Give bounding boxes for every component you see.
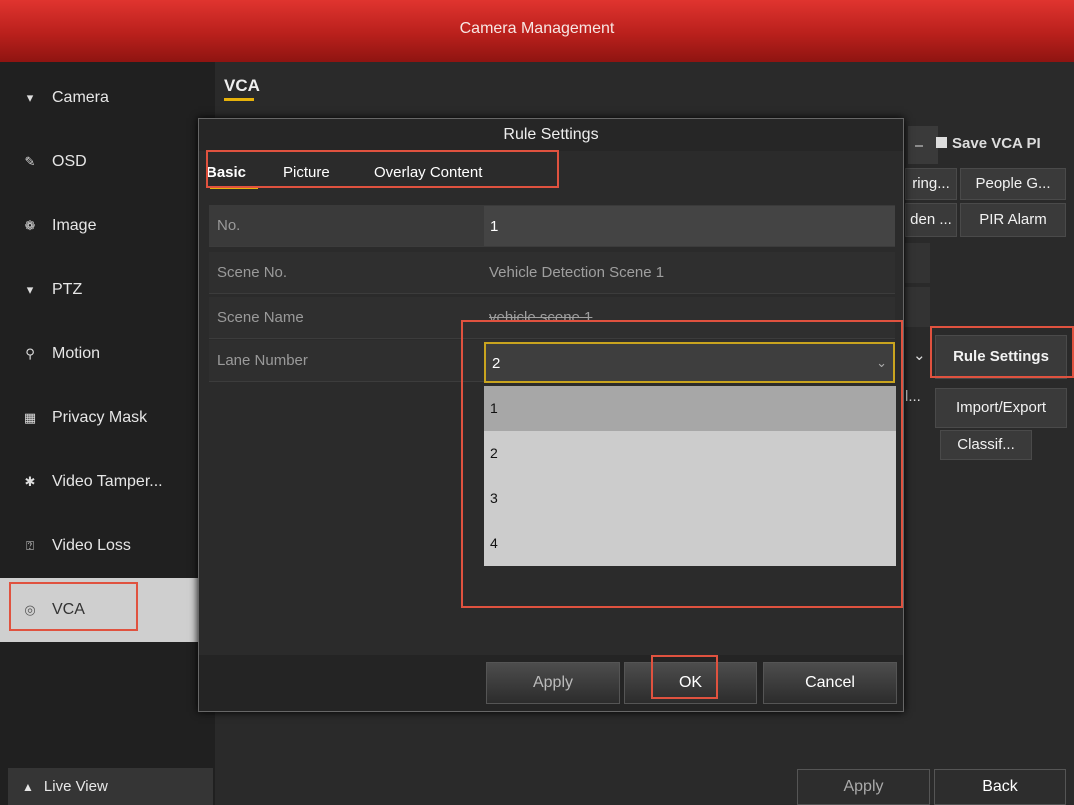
tab-vca[interactable]: VCA [224, 76, 260, 96]
privacy-mask-icon: ▦ [23, 410, 37, 425]
bg-dropdown-arrow-icon: – [915, 137, 924, 154]
save-vca-label: Save VCA PI [952, 135, 1041, 152]
bg-field [905, 243, 930, 283]
bg-button[interactable]: ring... [905, 168, 957, 200]
bg-text: l... [905, 388, 921, 405]
sidebar-item-label: Video Loss [52, 537, 131, 554]
lane-number-label: Lane Number [217, 352, 308, 369]
sidebar-item-label: Image [52, 217, 97, 234]
scene-no-label: Scene No. [217, 264, 288, 281]
tamper-icon: ✱ [24, 474, 36, 489]
sidebar-item-video-loss[interactable]: ⍰ Video Loss [0, 514, 215, 578]
dialog-title: Rule Settings [199, 119, 903, 151]
sidebar-item-motion[interactable]: ⚲ Motion [0, 322, 215, 386]
sidebar-item-label: PTZ [52, 281, 83, 298]
bg-field [905, 287, 930, 327]
bg-button[interactable]: den ... [905, 203, 957, 237]
no-input[interactable]: 1 [484, 206, 895, 246]
bg-dropdown-arrow-icon: ⌄ [913, 347, 926, 364]
vca-highlight-box [9, 582, 138, 631]
sidebar-item-label: Motion [52, 345, 101, 362]
home-icon: ▲ [22, 779, 34, 794]
sidebar-item-privacy-mask[interactable]: ▦ Privacy Mask [0, 386, 215, 450]
tab-underline [224, 98, 254, 101]
dropdown-highlight-box [461, 320, 903, 608]
motion-icon: ⚲ [25, 346, 35, 361]
sidebar-item-osd[interactable]: ✎ OSD [0, 130, 215, 194]
dialog-cancel-button[interactable]: Cancel [763, 662, 897, 704]
title-bar: Camera Management [0, 0, 1074, 62]
rule-settings-highlight-box [930, 326, 1074, 378]
sidebar-item-ptz[interactable]: ▾ PTZ [0, 258, 215, 322]
scene-name-label: Scene Name [217, 309, 304, 326]
main-apply-button[interactable]: Apply [797, 769, 930, 805]
import-export-button[interactable]: Import/Export [935, 388, 1067, 428]
sidebar-item-label: Video Tamper... [52, 473, 163, 490]
ptz-icon: ▾ [26, 282, 34, 297]
image-icon: ❁ [24, 218, 36, 233]
sidebar-item-label: Privacy Mask [52, 409, 148, 426]
pir-alarm-button[interactable]: PIR Alarm [960, 203, 1066, 237]
live-view-button[interactable]: ▲ Live View [8, 768, 213, 805]
back-button[interactable]: Back [934, 769, 1066, 805]
dialog-apply-button[interactable]: Apply [486, 662, 620, 704]
scene-no-value: Vehicle Detection Scene 1 [489, 264, 665, 281]
live-view-label: Live View [43, 778, 108, 795]
tabs-highlight-box [206, 150, 559, 188]
no-value: 1 [490, 218, 499, 235]
sidebar-item-video-tamper[interactable]: ✱ Video Tamper... [0, 450, 215, 514]
people-gathering-button[interactable]: People G... [960, 168, 1066, 200]
classification-button[interactable]: Classif... [940, 430, 1032, 460]
sidebar-item-image[interactable]: ❁ Image [0, 194, 215, 258]
sidebar-item-camera[interactable]: ▾ Camera [0, 66, 215, 130]
no-label: No. [217, 217, 241, 234]
sidebar-item-label: OSD [52, 153, 87, 170]
video-loss-icon: ⍰ [26, 538, 34, 553]
save-vca-checkbox[interactable]: Save VCA PI [936, 135, 1041, 152]
camera-icon: ▾ [26, 90, 34, 105]
ok-highlight-box [651, 655, 718, 699]
pen-icon: ✎ [24, 154, 36, 169]
checkbox-icon [936, 137, 947, 148]
sidebar-item-label: Camera [52, 89, 109, 106]
window-title: Camera Management [459, 20, 615, 37]
row-scene-no: Scene No. Vehicle Detection Scene 1 [209, 252, 895, 294]
